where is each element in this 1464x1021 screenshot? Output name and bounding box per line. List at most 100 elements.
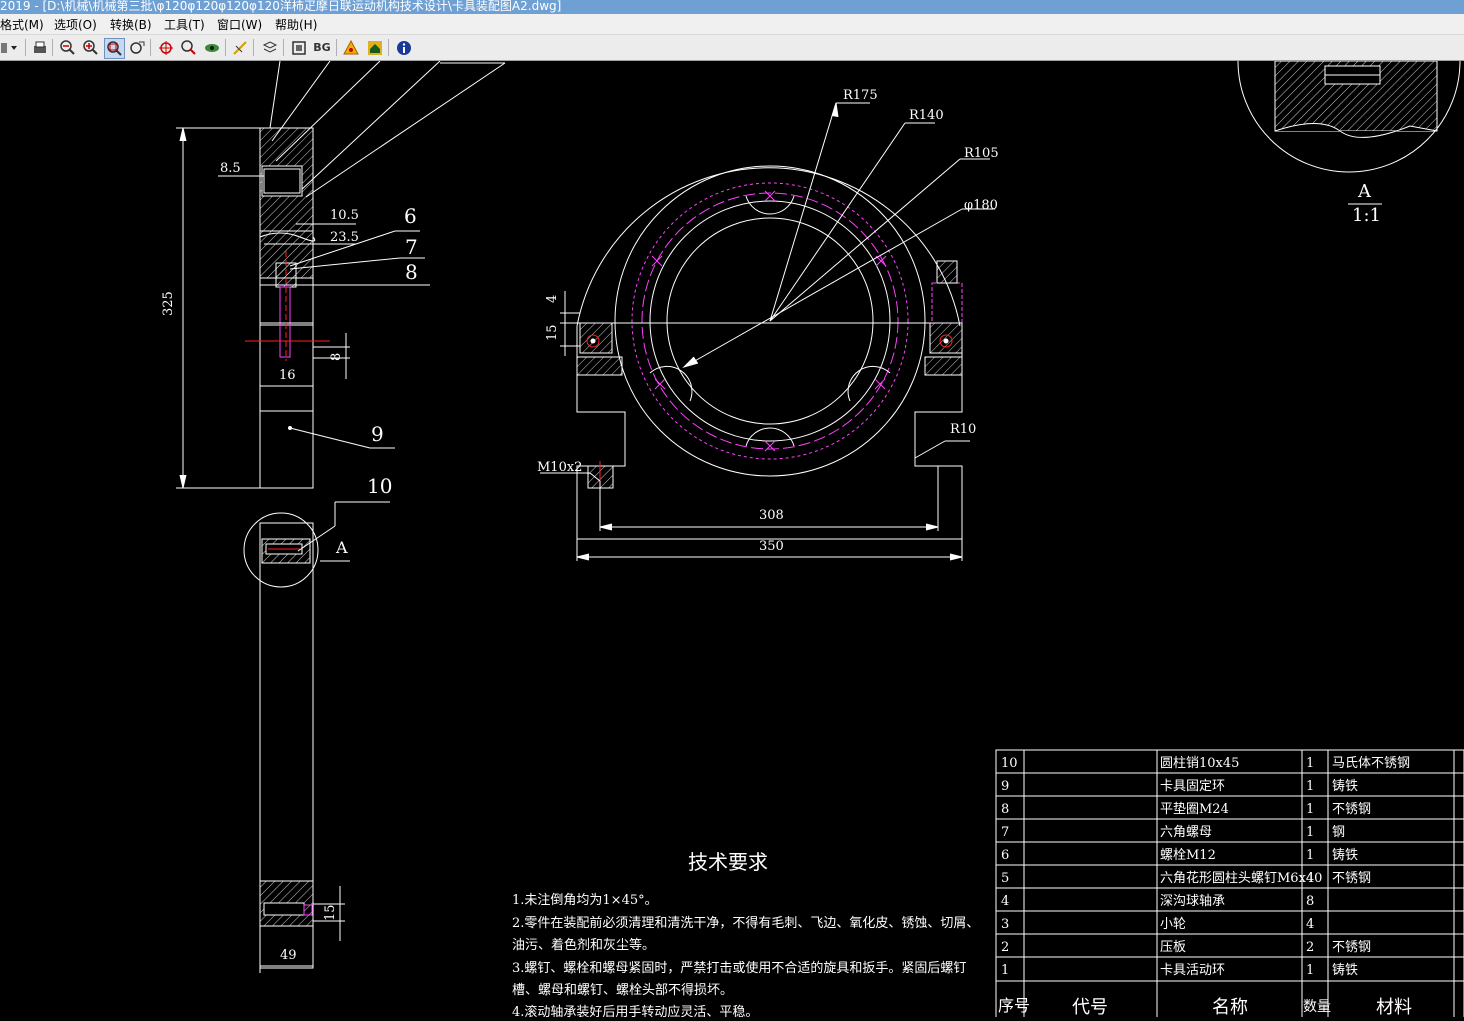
bom-header-qty: 数量	[1303, 999, 1331, 1015]
tech-req-line-5: 槽、螺母和螺钉、螺栓头部不得损坏。	[512, 982, 733, 998]
dim-10-5: 10.5	[330, 208, 359, 223]
dim-m10x2: M10x2	[537, 460, 582, 475]
pan-icon[interactable]	[156, 38, 175, 57]
bom-cell-qty: 1	[1306, 825, 1314, 840]
bom-cell-qty: 1	[1306, 756, 1314, 771]
bom-cell-material: 铸铁	[1332, 962, 1358, 978]
warning-icon[interactable]	[341, 38, 360, 57]
bom-cell-no: 3	[1001, 917, 1009, 932]
bom-cell-material: 不锈钢	[1332, 871, 1371, 886]
bom-cell-qty: 8	[1306, 894, 1314, 909]
bom-cell-name: 螺栓M12	[1160, 848, 1216, 863]
bom-cell-material: 不锈钢	[1332, 940, 1371, 955]
tech-req-line-6: 4.滚动轴承装好后用手转动应灵活、平稳。	[512, 1004, 758, 1017]
balloon-9: 9	[371, 422, 384, 446]
bom-cell-qty: 2	[1306, 940, 1314, 955]
eye-icon[interactable]	[202, 38, 221, 57]
print-icon[interactable]	[30, 38, 49, 57]
tech-req-line-4: 3.螺钉、螺栓和螺母紧固时，严禁打击或使用不合适的旋具和扳手。紧固后螺钉	[512, 960, 966, 976]
tech-req-title: 技术要求	[688, 850, 768, 874]
home-icon[interactable]	[365, 38, 384, 57]
dim-308: 308	[759, 508, 784, 523]
bom-rows: 10 圆柱销10x45 1 马氏体不锈钢 9 卡具固定环 1 铸铁 8 平垫圈M24 1 不锈钢 7 六角…	[1001, 756, 1410, 978]
menu-help[interactable]: 帮助(H)	[275, 16, 317, 33]
detail-view-a	[1237, 60, 1461, 205]
dim-49: 49	[280, 948, 297, 963]
bom-cell-qty: 1	[1306, 802, 1314, 817]
bom-header-material: 材料	[1376, 997, 1412, 1017]
menu-bar: 格式(M) 选项(O) 转换(B) 工具(T) 窗口(W) 帮助(H)	[0, 14, 1464, 35]
bom-cell-no: 10	[1001, 756, 1018, 771]
bom-cell-name: 卡具活动环	[1160, 963, 1225, 978]
zoom-extent-icon[interactable]	[179, 38, 198, 57]
bom-cell-no: 2	[1001, 940, 1009, 955]
bom-cell-material: 不锈钢	[1332, 802, 1371, 817]
bom-cell-name: 平垫圈M24	[1160, 801, 1229, 817]
dim-4: 4	[545, 295, 560, 303]
bom-cell-no: 4	[1001, 894, 1009, 909]
bom-header-name: 名称	[1212, 997, 1248, 1017]
tech-req-line-3: 油污、着色剂和灰尘等。	[512, 937, 655, 953]
section-label-a: A	[335, 538, 348, 557]
side-view	[176, 60, 506, 973]
dim-r105: R105	[964, 146, 999, 161]
dim-8: 8	[329, 353, 344, 361]
info-icon[interactable]	[394, 38, 413, 57]
zoom-realtime-icon[interactable]	[127, 38, 146, 57]
menu-window[interactable]: 窗口(W)	[217, 16, 262, 33]
menu-convert[interactable]: 转换(B)	[110, 16, 152, 33]
dim-8-5: 8.5	[220, 161, 241, 176]
bom-cell-name: 压板	[1160, 940, 1186, 955]
detail-scale: 1:1	[1352, 205, 1381, 226]
window-title: 2019 - [D:\机械\机械第三批\φ120φ120φ120φ120洋柿疋摩…	[0, 0, 562, 13]
dim-23-5: 23.5	[330, 230, 359, 245]
dim-phi180: φ180	[964, 198, 998, 213]
bom-cell-qty: 1	[1306, 848, 1314, 863]
measure-icon[interactable]	[230, 38, 249, 57]
bom-cell-name: 小轮	[1160, 917, 1186, 932]
bom-cell-no: 1	[1001, 963, 1009, 978]
bom-header-code: 代号	[1072, 997, 1108, 1017]
dim-15-side: 15	[323, 904, 338, 921]
bom-cell-name: 卡具固定环	[1160, 779, 1225, 794]
drawing-canvas[interactable]: 3 2 5 8.5 10.5 23.5 16 8 6 7 8 9 10 A 15 4…	[0, 60, 1464, 1021]
bom-cell-qty: 1	[1306, 779, 1314, 794]
dim-r140: R140	[909, 108, 944, 123]
front-view	[540, 102, 995, 561]
bom-cell-name: 六角花形圆柱头螺钉M6x40	[1160, 870, 1322, 886]
balloon-6: 6	[404, 204, 417, 228]
dim-r10: R10	[950, 422, 976, 437]
bom-cell-no: 7	[1001, 825, 1009, 840]
bom-cell-qty: 4	[1306, 917, 1314, 932]
detail-label-a: A	[1357, 181, 1372, 202]
toolbar: BG	[0, 35, 1464, 61]
menu-format[interactable]: 格式(M)	[0, 16, 44, 33]
bom-cell-name: 六角螺母	[1160, 825, 1212, 840]
bom-cell-material: 铸铁	[1332, 778, 1358, 794]
tech-req-line-2: 2.零件在装配前必须清理和清洗干净，不得有毛刺、飞边、氧化皮、锈蚀、切屑、	[512, 915, 979, 931]
menu-options[interactable]: 选项(O)	[54, 16, 97, 33]
bom-header-no: 序号	[998, 996, 1030, 1015]
dim-16: 16	[279, 368, 296, 383]
dim-15-front: 15	[545, 324, 560, 341]
layer-icon[interactable]	[260, 38, 279, 57]
zoom-out-icon[interactable]	[58, 38, 77, 57]
zoom-in-icon[interactable]	[81, 38, 100, 57]
menu-tools[interactable]: 工具(T)	[164, 16, 205, 33]
balloon-10: 10	[367, 474, 392, 498]
dropdown-icon[interactable]	[0, 38, 22, 57]
zoom-window-icon[interactable]	[104, 38, 125, 59]
bom-cell-material: 钢	[1332, 825, 1345, 840]
bom-cell-no: 8	[1001, 802, 1009, 817]
bom-cell-no: 9	[1001, 779, 1009, 794]
bom-cell-no: 5	[1001, 871, 1009, 886]
bom-cell-name: 圆柱销10x45	[1160, 756, 1239, 771]
dim-r175: R175	[843, 88, 878, 103]
balloon-8: 8	[405, 260, 418, 284]
dim-350: 350	[759, 539, 784, 554]
balloon-7: 7	[405, 235, 418, 259]
bg-icon[interactable]: BG	[311, 38, 333, 57]
bom-cell-material: 马氏体不锈钢	[1332, 756, 1410, 771]
bom-cell-qty: 4	[1306, 871, 1314, 886]
frame-icon[interactable]	[289, 38, 308, 57]
